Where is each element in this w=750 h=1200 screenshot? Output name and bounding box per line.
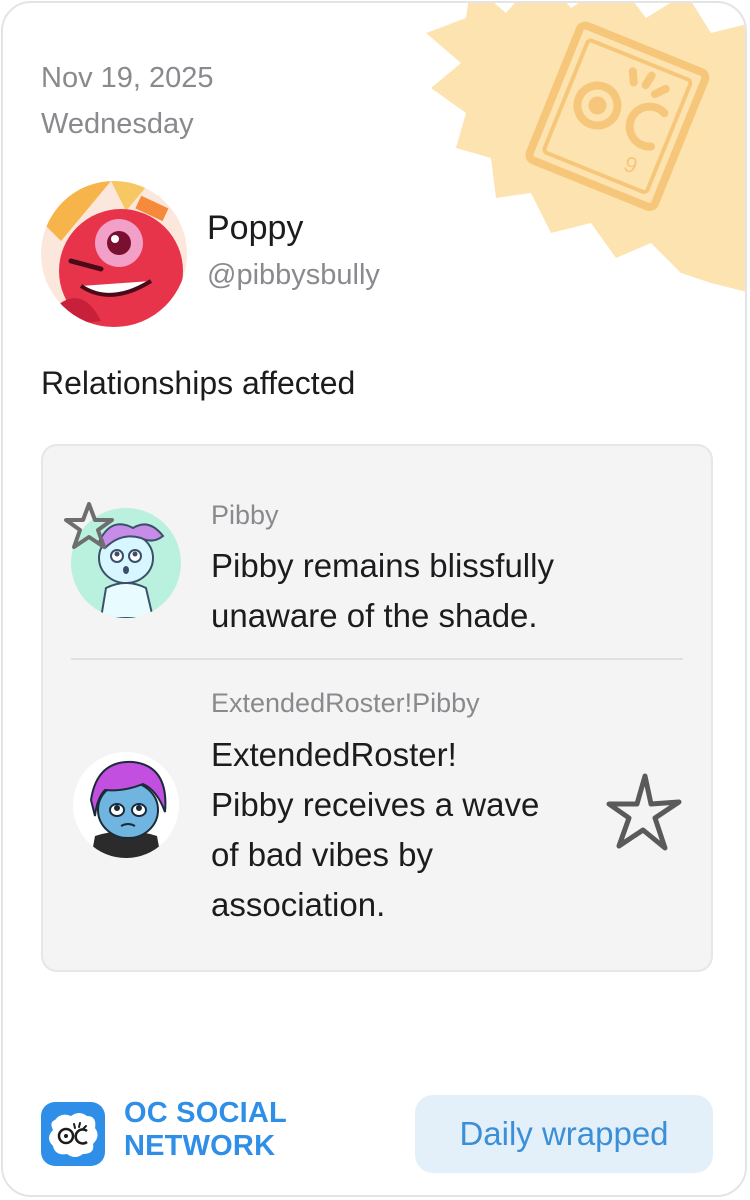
daily-wrapped-button[interactable]: Daily wrapped bbox=[415, 1095, 713, 1173]
relationship-text-line: association. bbox=[211, 886, 386, 923]
relationship-text-line: unaware of the shade. bbox=[211, 597, 538, 634]
user-name[interactable]: Poppy bbox=[207, 209, 303, 248]
brand-name-line: NETWORK bbox=[124, 1130, 276, 1162]
daily-wrapped-card: 9 Nov 19, 2025 Wednesday Poppy @pibbysbu… bbox=[1, 1, 747, 1197]
user-handle[interactable]: @pibbysbully bbox=[207, 259, 380, 292]
oc-social-network-logo-icon[interactable] bbox=[41, 1102, 105, 1166]
extended-roster-pibby-avatar[interactable] bbox=[73, 752, 179, 858]
post-date: Nov 19, 2025 Wednesday bbox=[41, 55, 214, 147]
relationship-text-line: Pibby receives a wave bbox=[211, 786, 540, 823]
star-doodle-icon bbox=[64, 502, 114, 549]
user-avatar[interactable] bbox=[41, 181, 187, 327]
relationship-name: Pibby bbox=[211, 500, 279, 530]
relationship-text-line: ExtendedRoster! bbox=[211, 736, 457, 773]
brand-name: OC SOCIAL NETWORK bbox=[124, 1097, 287, 1163]
weekday-text: Wednesday bbox=[41, 108, 194, 140]
oc-starburst-badge-icon: 9 bbox=[426, 3, 745, 292]
relationship-text-line: of bad vibes by bbox=[211, 836, 433, 873]
relationships-panel: Pibby Pibby remains blissfully unaware o… bbox=[41, 444, 713, 972]
relationship-item[interactable]: Pibby Pibby remains blissfully unaware o… bbox=[43, 446, 711, 658]
relationship-text-line: Pibby remains blissfully bbox=[211, 547, 554, 584]
brand-name-line: OC SOCIAL bbox=[124, 1097, 287, 1129]
section-title: Relationships affected bbox=[41, 365, 356, 401]
star-doodle-icon bbox=[606, 773, 682, 851]
relationship-text: Pibby remains blissfully unaware of the … bbox=[211, 541, 554, 641]
date-text: Nov 19, 2025 bbox=[41, 62, 214, 94]
relationship-name: ExtendedRoster!Pibby bbox=[211, 688, 480, 718]
relationship-item[interactable]: ExtendedRoster!Pibby ExtendedRoster! Pib… bbox=[43, 660, 711, 972]
relationship-text: ExtendedRoster! Pibby receives a wave of… bbox=[211, 730, 539, 930]
